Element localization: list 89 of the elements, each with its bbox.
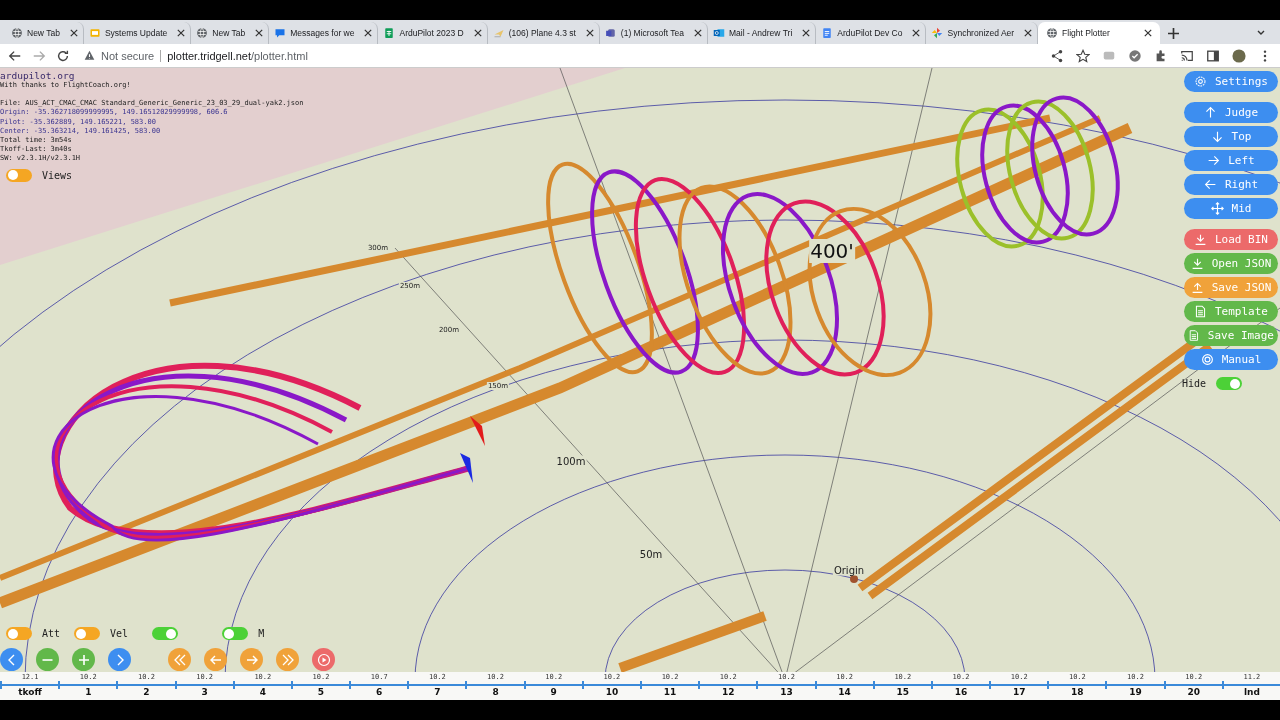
segment-label[interactable]: 10: [605, 687, 619, 697]
close-icon[interactable]: [364, 29, 373, 37]
segment-label[interactable]: 19: [1129, 687, 1142, 697]
check-circle-icon[interactable]: [1128, 48, 1142, 63]
segment-label[interactable]: 9: [550, 687, 557, 697]
toggle-label: Views: [42, 170, 73, 180]
segment-label[interactable]: 3: [201, 687, 208, 697]
segment-label[interactable]: 13: [780, 687, 793, 697]
segment-label[interactable]: 7: [434, 687, 441, 697]
arrow-right-icon: [1207, 154, 1221, 167]
toggle-switch[interactable]: [152, 627, 179, 640]
settings-icon: [1194, 75, 1207, 88]
toggle-label: Vel: [110, 628, 129, 639]
close-icon[interactable]: [1024, 29, 1033, 37]
segment-label[interactable]: 4: [259, 687, 266, 697]
close-icon[interactable]: [585, 29, 594, 37]
star-icon[interactable]: [1076, 48, 1090, 63]
new-tab-icon[interactable]: [1167, 28, 1179, 39]
playback-button[interactable]: [0, 648, 23, 671]
toggle-label: Att: [42, 628, 61, 639]
toggle-switch[interactable]: [1216, 377, 1242, 390]
segment-label[interactable]: 15: [896, 687, 910, 697]
segment-label[interactable]: 11: [663, 687, 677, 697]
cast-icon[interactable]: [1180, 48, 1194, 63]
segment-label[interactable]: 1: [85, 687, 92, 697]
minus-icon: [42, 658, 53, 661]
segment-label[interactable]: 20: [1187, 687, 1200, 697]
close-icon[interactable]: [912, 29, 921, 37]
close-icon[interactable]: [69, 29, 78, 37]
toggle-label: Hide: [1181, 378, 1206, 389]
download-icon: [1194, 233, 1207, 246]
warning-icon: [84, 50, 95, 61]
avatar-icon[interactable]: [1232, 48, 1246, 63]
puzzle-icon[interactable]: [1154, 48, 1168, 63]
url-field[interactable]: plotter.tridgell.net/plotter.html: [167, 49, 308, 62]
globe-icon: [1046, 27, 1059, 39]
arrow-down-icon: [1210, 130, 1224, 143]
distance-label: 100m: [555, 455, 587, 467]
chat-bubble-icon: [274, 27, 287, 39]
pinwheel-icon: [931, 27, 944, 39]
segment-label[interactable]: 12: [722, 687, 735, 697]
mail-icon: [713, 27, 725, 39]
close-icon[interactable]: [473, 29, 482, 37]
toggle-label: M: [258, 628, 265, 639]
browser-tab[interactable]: Flight Plotter: [1038, 22, 1160, 44]
document-icon: [1188, 329, 1200, 342]
globe-icon: [11, 27, 23, 39]
document-icon: [1194, 305, 1207, 318]
move-icon: [1210, 202, 1224, 215]
segment-label[interactable]: 18: [1071, 687, 1084, 697]
segment-label[interactable]: 17: [1012, 687, 1026, 697]
playback-button[interactable]: [312, 648, 335, 671]
globe-icon: [196, 27, 209, 39]
segment-label[interactable]: lnd: [1243, 687, 1260, 697]
toggle-switch[interactable]: [6, 627, 32, 640]
toggle-switch[interactable]: [222, 627, 249, 640]
share-icon[interactable]: [1050, 48, 1064, 63]
download-icon: [1190, 257, 1204, 270]
back-icon[interactable]: [8, 48, 22, 63]
segment-label[interactable]: 16: [954, 687, 968, 697]
site-link[interactable]: ardupilot.org: [0, 70, 304, 81]
slides-icon: [88, 27, 101, 39]
close-icon[interactable]: [694, 29, 702, 37]
upload-icon: [1190, 281, 1204, 294]
close-icon[interactable]: [177, 29, 186, 37]
segment-label[interactable]: 6: [376, 687, 383, 697]
segment-label[interactable]: 2: [143, 687, 150, 697]
origin-label: Origin: [832, 564, 866, 576]
document-icon: [821, 27, 834, 39]
distance-label: 50m: [638, 548, 664, 560]
playback-button[interactable]: [108, 648, 131, 671]
close-icon[interactable]: [802, 29, 811, 37]
segment-label[interactable]: 5: [317, 687, 325, 697]
security-label[interactable]: Not secure: [101, 49, 155, 62]
altitude-label: 400': [809, 239, 855, 263]
spreadsheet-icon: [383, 27, 396, 39]
reload-icon[interactable]: [56, 48, 70, 63]
segment-label[interactable]: 14: [838, 687, 851, 697]
team-icon: [604, 27, 617, 39]
segment-label[interactable]: tkoff: [18, 687, 42, 697]
arrow-up-icon: [1203, 106, 1217, 119]
play-icon: [315, 651, 332, 668]
side-panel-icon[interactable]: [1206, 48, 1220, 63]
lifebuoy-icon: [1200, 353, 1214, 366]
toggle-switch[interactable]: [74, 627, 101, 640]
arrow-left-icon: [1203, 178, 1217, 191]
close-icon[interactable]: [255, 29, 264, 37]
close-icon[interactable]: [1143, 29, 1152, 37]
segment-label[interactable]: 8: [492, 687, 499, 697]
